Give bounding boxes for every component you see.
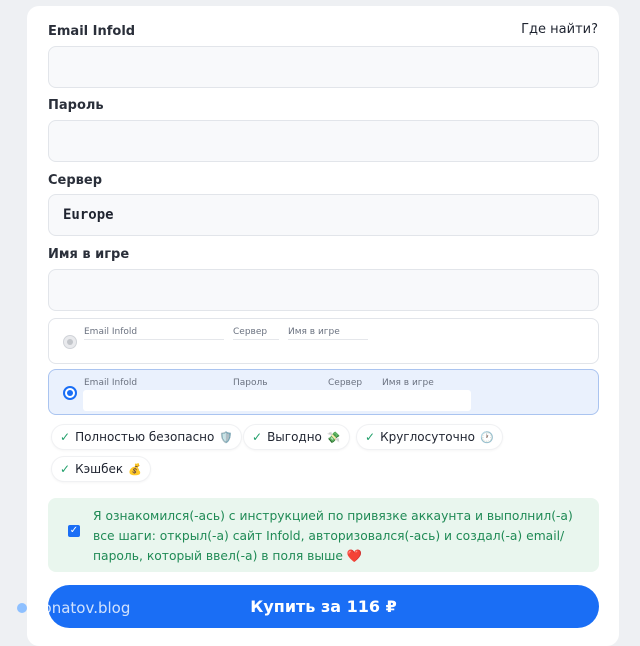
agreement-notice: ✓ Я ознакомился(-ась) с инструкцией по п… xyxy=(48,498,599,572)
watermark-text: Donatov.blog xyxy=(31,599,131,617)
badge-label: Полностью безопасно xyxy=(75,430,215,444)
clock-icon: 🕐 xyxy=(479,430,494,444)
badge-safe: ✓ Полностью безопасно 🛡️ xyxy=(51,424,243,450)
option-underline xyxy=(84,339,224,340)
agreement-text: Я ознакомился(-ась) с инструкцией по при… xyxy=(93,509,573,563)
server-label: Сервер xyxy=(48,173,103,188)
option-col-name: Имя в игре xyxy=(288,327,340,337)
option-col-email: Email Infold xyxy=(84,378,138,388)
check-icon: ✓ xyxy=(60,430,71,444)
radio-on-icon[interactable] xyxy=(63,386,77,400)
ingame-name-label: Имя в игре xyxy=(48,247,130,262)
option-col-password: Пароль xyxy=(233,378,268,388)
badge-label: Выгодно xyxy=(267,430,322,444)
check-icon: ✓ xyxy=(365,430,376,444)
check-icon: ✓ xyxy=(60,462,71,476)
agreement-checkbox[interactable]: ✓ xyxy=(68,525,80,537)
password-field[interactable] xyxy=(48,120,599,162)
badge-cashback: ✓ Кэшбек 💰 xyxy=(51,456,151,482)
option-underline xyxy=(233,339,279,340)
email-label: Email Infold xyxy=(48,24,136,39)
buy-button[interactable]: Купить за 116 ₽ xyxy=(48,585,599,628)
option-col-email: Email Infold xyxy=(84,327,138,337)
shield-icon: 🛡️ xyxy=(219,430,234,444)
option-underline xyxy=(288,339,368,340)
email-field[interactable] xyxy=(48,46,599,88)
watermark: Donatov.blog xyxy=(17,599,130,617)
server-field[interactable] xyxy=(48,194,599,236)
badge-profitable: ✓ Выгодно 💸 xyxy=(243,424,350,450)
check-icon: ✓ xyxy=(252,430,263,444)
where-to-find-link[interactable]: Где найти? xyxy=(521,22,598,37)
login-option-no-password[interactable]: Email Infold Сервер Имя в игре xyxy=(48,318,599,364)
badge-label: Кэшбек xyxy=(75,462,124,476)
option-col-name: Имя в игре xyxy=(382,378,434,388)
badge-label: Круглосуточно xyxy=(380,430,475,444)
ingame-name-field[interactable] xyxy=(48,269,599,311)
option-col-server: Сервер xyxy=(233,327,268,337)
option-col-server: Сервер xyxy=(328,378,363,388)
badge-24-7: ✓ Круглосуточно 🕐 xyxy=(356,424,503,450)
login-option-with-password[interactable]: Email Infold Пароль Сервер Имя в игре xyxy=(48,369,599,415)
option-values-bar xyxy=(83,390,471,411)
money-icon: 💸 xyxy=(326,430,341,444)
password-label: Пароль xyxy=(48,98,104,113)
money-bag-icon: 💰 xyxy=(128,462,142,476)
radio-off-icon[interactable] xyxy=(63,335,77,349)
watermark-dot-icon xyxy=(17,603,27,613)
